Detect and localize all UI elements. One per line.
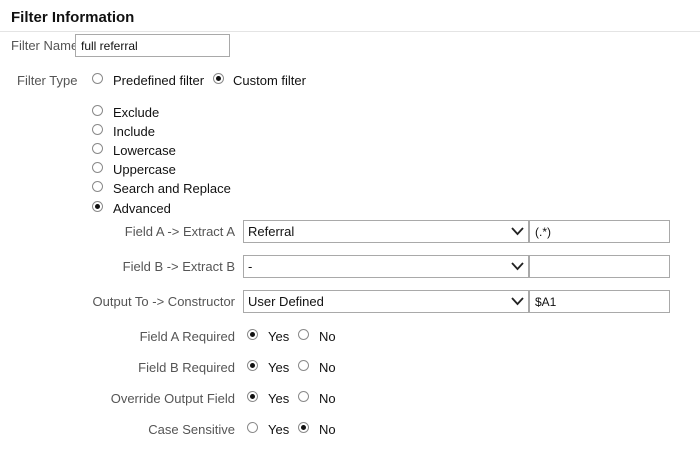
filter-name-label: Filter Name <box>11 38 79 53</box>
exclude-radio[interactable] <box>92 105 103 116</box>
include-label[interactable]: Include <box>113 124 155 139</box>
field-a-required-label: Field A Required <box>139 329 235 344</box>
override-output-field-no-radio[interactable] <box>298 391 309 402</box>
advanced-radio[interactable] <box>92 201 103 212</box>
output-select[interactable]: User Defined <box>243 290 529 313</box>
field-b-required-label: Field B Required <box>138 360 235 375</box>
predefined-filter-radio[interactable] <box>92 73 103 84</box>
constructor-input[interactable] <box>529 290 670 313</box>
section-title: Filter Information <box>11 9 135 26</box>
custom-filter-label[interactable]: Custom filter <box>233 73 306 88</box>
field-a-required-yes-radio[interactable] <box>247 329 258 340</box>
field-a-select-value: Referral <box>248 224 295 239</box>
advanced-label[interactable]: Advanced <box>113 201 171 216</box>
override-output-field-yes-radio[interactable] <box>247 391 258 402</box>
output-label: Output To -> Constructor <box>92 294 235 309</box>
field-a-label: Field A -> Extract A <box>124 224 235 239</box>
predefined-filter-label[interactable]: Predefined filter <box>113 73 204 88</box>
output-select-value: User Defined <box>248 294 324 309</box>
case-sensitive-no-label[interactable]: No <box>319 422 336 437</box>
case-sensitive-no-radio[interactable] <box>298 422 309 433</box>
uppercase-radio[interactable] <box>92 162 103 173</box>
override-output-field-no-label[interactable]: No <box>319 391 336 406</box>
chevron-down-icon <box>511 262 524 271</box>
custom-filter-radio[interactable] <box>213 73 224 84</box>
filter-name-input[interactable] <box>75 34 230 57</box>
search-and-replace-radio[interactable] <box>92 181 103 192</box>
section-divider <box>0 31 700 32</box>
field-b-required-yes-label[interactable]: Yes <box>268 360 289 375</box>
include-radio[interactable] <box>92 124 103 135</box>
filter-type-label: Filter Type <box>17 73 78 88</box>
search-and-replace-label[interactable]: Search and Replace <box>113 181 231 196</box>
exclude-label[interactable]: Exclude <box>113 105 159 120</box>
field-a-required-yes-label[interactable]: Yes <box>268 329 289 344</box>
lowercase-radio[interactable] <box>92 143 103 154</box>
field-a-required-no-radio[interactable] <box>298 329 309 340</box>
field-b-select[interactable]: - <box>243 255 529 278</box>
field-b-label: Field B -> Extract B <box>122 259 235 274</box>
field-b-required-no-radio[interactable] <box>298 360 309 371</box>
case-sensitive-yes-label[interactable]: Yes <box>268 422 289 437</box>
chevron-down-icon <box>511 227 524 236</box>
extract-a-input[interactable] <box>529 220 670 243</box>
chevron-down-icon <box>511 297 524 306</box>
field-a-required-no-label[interactable]: No <box>319 329 336 344</box>
field-b-select-value: - <box>248 259 253 274</box>
case-sensitive-yes-radio[interactable] <box>247 422 258 433</box>
extract-b-input[interactable] <box>529 255 670 278</box>
field-a-select[interactable]: Referral <box>243 220 529 243</box>
case-sensitive-label: Case Sensitive <box>148 422 235 437</box>
field-b-required-no-label[interactable]: No <box>319 360 336 375</box>
field-b-required-yes-radio[interactable] <box>247 360 258 371</box>
uppercase-label[interactable]: Uppercase <box>113 162 176 177</box>
lowercase-label[interactable]: Lowercase <box>113 143 176 158</box>
override-output-field-label: Override Output Field <box>110 391 235 406</box>
override-output-field-yes-label[interactable]: Yes <box>268 391 289 406</box>
